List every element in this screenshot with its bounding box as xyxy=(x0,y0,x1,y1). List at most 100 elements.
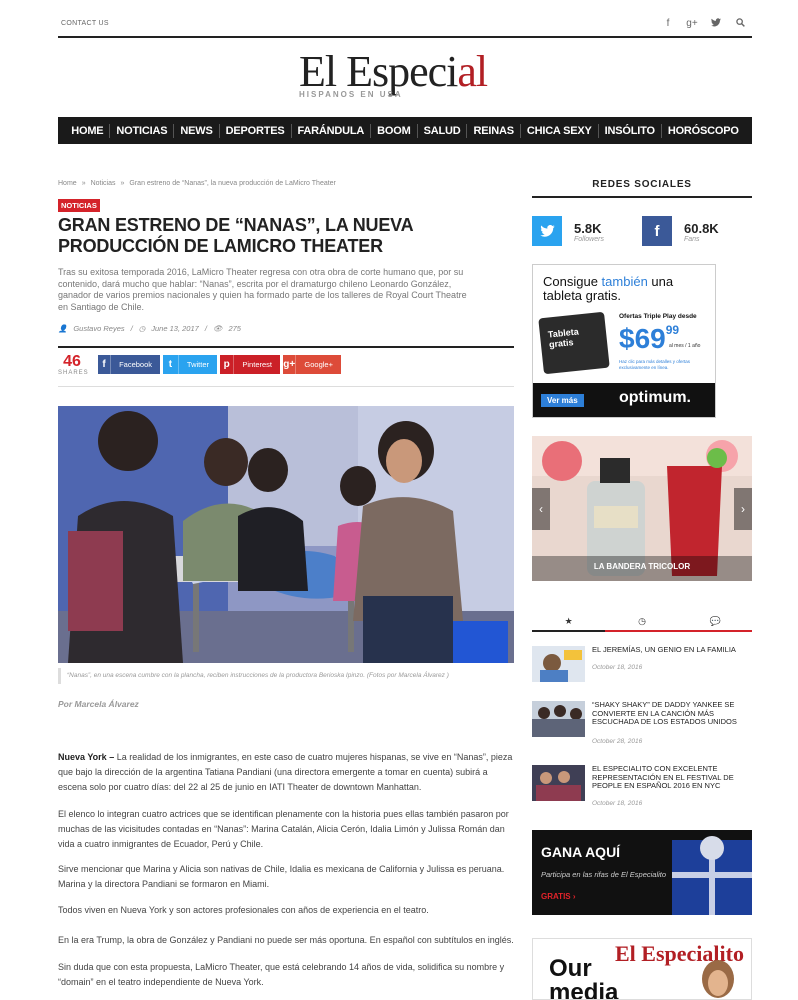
pinterest-icon: p xyxy=(220,355,235,374)
tab-comments[interactable]: 💬 xyxy=(679,612,752,630)
gana-title: GANA AQUÍ xyxy=(541,844,621,860)
post-date: October 28, 2016 xyxy=(592,738,643,745)
nav-item-news[interactable]: NEWS xyxy=(174,125,218,137)
post-thumbnail xyxy=(532,701,585,737)
google-plus-icon: g+ xyxy=(283,355,297,374)
share-count: 46 xyxy=(63,353,81,370)
sidebar-post[interactable]: EL JEREMÍAS, UN GENIO EN LA FAMILIA Octo… xyxy=(532,645,752,688)
optimum-logo: optimum. xyxy=(619,389,691,406)
article-lead: Tras su exitosa temporada 2016, LaMicro … xyxy=(58,267,467,312)
nav-item-home[interactable]: HOME xyxy=(65,125,109,137)
nav-item-chica-sexy[interactable]: CHICA SEXY xyxy=(521,125,598,137)
gana-cta[interactable]: GRATIS › xyxy=(541,892,576,901)
gana-subtitle: Participa en las rifas de El Especialito xyxy=(541,870,667,879)
logo-accent: al xyxy=(457,47,488,96)
breadcrumb: Home » Noticias » Gran estreno de “Nanas”, l… xyxy=(58,180,336,187)
featured-slider[interactable]: ‹ › LA BANDERA TRICOLOR xyxy=(532,436,752,581)
site-logo[interactable]: El Especial HISPANOS EN USA xyxy=(299,50,513,102)
category-badge[interactable]: NOTICIAS xyxy=(58,199,100,212)
facebook-count: 60.8K xyxy=(684,221,719,236)
slider-next-button[interactable]: › xyxy=(734,488,752,530)
optimum-ad[interactable]: Consigue también una tableta gratis. Tab… xyxy=(532,264,716,418)
nav-item-insólito[interactable]: INSÓLITO xyxy=(599,125,661,137)
ad-cta-button[interactable]: Ver más xyxy=(541,394,584,407)
breadcrumb-separator: » xyxy=(81,180,86,187)
facebook-icon[interactable]: f xyxy=(642,216,672,246)
main-nav: HOME NOTICIAS NEWS DEPORTES FARÁNDULA BOOM SAL… xyxy=(58,117,752,144)
share-facebook-button[interactable]: f Facebook xyxy=(98,355,160,374)
search-icon[interactable] xyxy=(734,18,746,30)
twitter-icon[interactable] xyxy=(532,216,562,246)
ad-price: $6999 xyxy=(619,323,680,354)
media-ad[interactable]: El Especialito Our media xyxy=(532,938,752,1000)
ad-headline: Consigue también una tableta gratis. xyxy=(543,274,674,303)
post-date: October 18, 2016 xyxy=(592,800,643,807)
facebook-icon[interactable]: f xyxy=(662,18,674,30)
share-label: SHARES xyxy=(58,370,89,376)
ad-offer: Ofertas Triple Play desde xyxy=(619,313,697,320)
logo-tagline: HISPANOS EN USA xyxy=(299,90,403,99)
article-date: June 13, 2017 xyxy=(151,324,199,333)
article-title: GRAN ESTRENO DE “NANAS”, LA NUEVA PRODUC… xyxy=(58,215,413,256)
nav-item-horóscopo[interactable]: HORÓSCOPO xyxy=(662,125,745,137)
post-thumbnail xyxy=(532,646,585,682)
article-meta: 👤 Gustavo Reyes / ◷ June 13, 2017 / 👁 27… xyxy=(58,324,514,348)
top-social-icons: f g+ xyxy=(662,18,746,30)
twitter-icon: t xyxy=(163,355,179,374)
twitter-icon[interactable] xyxy=(710,18,722,30)
sidebar-post[interactable]: “SHAKY SHAKY” DE DADDY YANKEE SE CONVIER… xyxy=(532,700,752,745)
twitter-label: Followers xyxy=(574,236,604,243)
article-paragraph: Nueva York – La realidad de los inmigran… xyxy=(58,752,513,792)
author-name[interactable]: Gustavo Reyes xyxy=(73,324,124,333)
nav-item-noticias[interactable]: NOTICIAS xyxy=(110,125,173,137)
breadcrumb-item: Gran estreno de “Nanas”, la nueva produc… xyxy=(129,180,336,187)
sidebar-tabs: ★ ◷ 💬 xyxy=(532,612,752,632)
tablet-image: Tableta gratis xyxy=(538,311,610,375)
nav-item-farándula[interactable]: FARÁNDULA xyxy=(292,125,371,137)
slider-prev-button[interactable]: ‹ xyxy=(532,488,550,530)
media-headline: Our media xyxy=(549,955,619,1000)
post-title[interactable]: “SHAKY SHAKY” DE DADDY YANKEE SE CONVIER… xyxy=(592,700,752,727)
nav-item-boom[interactable]: BOOM xyxy=(371,125,416,137)
top-bar: CONTACT US f g+ xyxy=(58,14,752,38)
post-title[interactable]: EL ESPECIALITO CON EXCELENTE REPRESENTAC… xyxy=(592,764,752,791)
author-icon: 👤 xyxy=(58,324,68,333)
clock-icon: ◷ xyxy=(138,324,146,333)
article-paragraph: Sirve mencionar que Marina y Alicia son … xyxy=(58,864,505,889)
comment-icon: 💬 xyxy=(709,616,721,626)
google-plus-icon[interactable]: g+ xyxy=(686,18,698,30)
contact-us-link[interactable]: CONTACT US xyxy=(61,20,109,27)
share-google-button[interactable]: g+ Google+ xyxy=(283,355,341,374)
divider xyxy=(58,386,514,387)
nav-item-deportes[interactable]: DEPORTES xyxy=(220,125,291,137)
tab-popular[interactable]: ★ xyxy=(532,612,606,632)
tab-recent[interactable]: ◷ xyxy=(605,612,678,630)
article-paragraph: Todos viven en Nueva York y son actores … xyxy=(58,905,429,915)
article-photo xyxy=(58,406,514,663)
article-paragraph: El elenco lo integran cuatro actrices qu… xyxy=(58,809,509,849)
dateline: Nueva York – xyxy=(58,752,115,762)
breadcrumb-item[interactable]: Noticias xyxy=(91,180,116,187)
social-section-title: REDES SOCIALES xyxy=(532,179,752,198)
sidebar-post[interactable]: EL ESPECIALITO CON EXCELENTE REPRESENTAC… xyxy=(532,764,752,807)
eye-icon: 👁 xyxy=(212,324,223,333)
star-icon: ★ xyxy=(564,616,573,626)
clock-icon: ◷ xyxy=(638,616,646,626)
photo-caption: “Nanas”, en una escena cumbre con la pla… xyxy=(58,668,514,684)
view-count: 275 xyxy=(228,324,241,333)
slider-caption: LA BANDERA TRICOLOR xyxy=(593,562,691,571)
breadcrumb-separator: » xyxy=(120,180,125,187)
twitter-count: 5.8K xyxy=(574,221,602,236)
nav-item-salud[interactable]: SALUD xyxy=(418,125,467,137)
nav-item-reinas[interactable]: REINAS xyxy=(467,125,519,137)
gana-aqui-ad[interactable]: GANA AQUÍ Participa en las rifas de El E… xyxy=(532,830,752,915)
post-title[interactable]: EL JEREMÍAS, UN GENIO EN LA FAMILIA xyxy=(592,645,752,655)
article-paragraph: En la era Trump, la obra de González y P… xyxy=(58,935,514,945)
share-counter: 46 SHARES xyxy=(58,353,89,377)
share-twitter-button[interactable]: t Twitter xyxy=(163,355,217,374)
share-pinterest-button[interactable]: p Pinterest xyxy=(220,355,280,374)
logo-text: El Especi xyxy=(299,47,458,96)
breadcrumb-item[interactable]: Home xyxy=(58,180,77,187)
post-date: October 18, 2016 xyxy=(592,664,643,671)
byline: Por Marcela Álvarez xyxy=(58,699,139,709)
